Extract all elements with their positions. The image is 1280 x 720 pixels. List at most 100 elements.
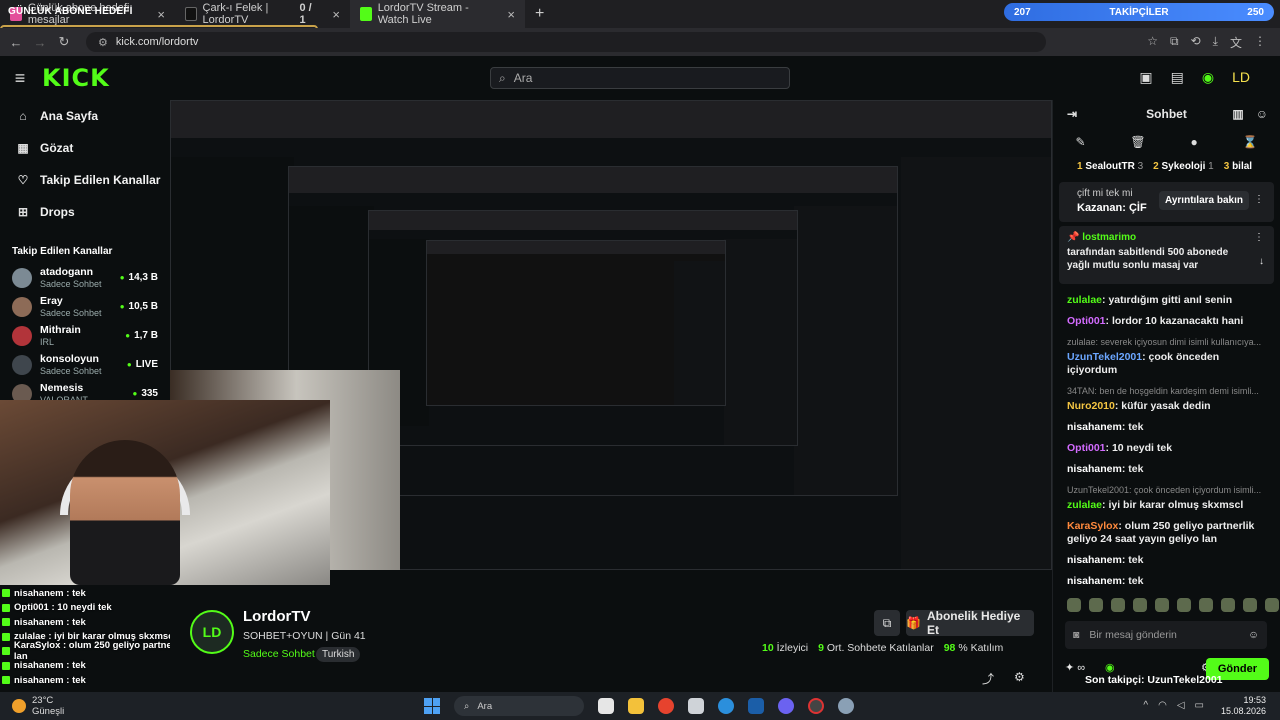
close-icon[interactable]: × xyxy=(507,7,515,22)
chat-username[interactable]: nisahanem xyxy=(1067,421,1122,433)
hamburger-menu-icon[interactable]: ≡ xyxy=(0,68,40,89)
chat-username[interactable]: Opti001 xyxy=(1067,442,1106,454)
chat-message[interactable]: nisahanem: tek xyxy=(1067,575,1270,588)
chat-message[interactable]: Nuro2010: küfür yasak dedin xyxy=(1067,400,1270,413)
stream-tag[interactable]: Turkish xyxy=(316,647,361,662)
gift-sub-button[interactable]: 🎁 Abonelik Hediye Et xyxy=(906,609,1034,637)
chat-username[interactable]: KaraSylox xyxy=(1067,520,1118,532)
task-view-icon[interactable] xyxy=(598,698,614,714)
chat-username[interactable]: UzunTekel2001 xyxy=(1067,351,1142,363)
settings-sliders-icon[interactable]: ⚙ xyxy=(1014,670,1025,687)
emote-icon[interactable] xyxy=(1243,598,1257,612)
browser-tab-active[interactable]: LordorTV Stream - Watch Live × xyxy=(350,0,525,28)
nav-browse[interactable]: ▦ Gözat xyxy=(0,132,170,164)
menu-icon[interactable]: ⋮ xyxy=(1254,34,1266,51)
kick-logo[interactable]: KICK xyxy=(42,64,110,92)
more-options-icon[interactable]: ⋮ xyxy=(1254,232,1264,243)
emote-icon[interactable] xyxy=(1133,598,1147,612)
leaderboard-icon[interactable]: ▥ xyxy=(1232,107,1243,121)
gifter-entry[interactable]: 1 SealoutTR 3 xyxy=(1077,161,1143,172)
download-icon[interactable]: ⤓ xyxy=(1213,34,1218,51)
kick-points-icon[interactable]: ◉ xyxy=(1202,69,1214,86)
chat-message[interactable]: KaraSylox: olum 250 geliyo partnerlik ge… xyxy=(1067,520,1270,546)
chat-message[interactable]: zulalae: yatırdığım gitti anıl senin xyxy=(1067,294,1270,307)
chat-username[interactable]: Nuro2010 xyxy=(1067,400,1115,412)
prediction-details-button[interactable]: Ayrıntılara bakın xyxy=(1159,191,1249,210)
chat-message-input[interactable]: ◙ Bir mesaj gönderin ☺ xyxy=(1065,621,1267,649)
emote-icon[interactable] xyxy=(1155,598,1169,612)
edge-icon[interactable] xyxy=(718,698,734,714)
translate-icon[interactable]: 文 xyxy=(1230,34,1242,51)
emote-icon[interactable] xyxy=(1111,598,1125,612)
chat-username[interactable]: nisahanem xyxy=(1067,463,1122,475)
forward-icon[interactable]: → xyxy=(28,35,52,50)
store-icon[interactable] xyxy=(688,698,704,714)
chat-username[interactable]: zulalae xyxy=(1067,499,1102,511)
steam-icon[interactable] xyxy=(748,698,764,714)
streamer-avatar[interactable]: LD xyxy=(190,610,234,654)
extensions-icon[interactable]: ⧉ xyxy=(1170,34,1179,51)
emote-icon[interactable] xyxy=(1089,598,1103,612)
file-explorer-icon[interactable] xyxy=(628,698,644,714)
collapse-chat-icon[interactable]: ⇥ xyxy=(1067,107,1077,121)
chat-message[interactable]: UzunTekel2001: çook önceden içiyordum xyxy=(1067,351,1270,377)
pinned-user[interactable]: lostmarimo xyxy=(1082,232,1136,243)
new-tab-icon[interactable]: + xyxy=(525,5,554,23)
chat-username[interactable]: nisahanem xyxy=(1067,575,1122,587)
chat-username[interactable]: zulalae xyxy=(1067,294,1102,306)
gifter-entry[interactable]: 2 Sykeoloji 1 xyxy=(1153,161,1214,172)
users-icon[interactable]: ☺ xyxy=(1256,107,1268,121)
chat-bubble-icon[interactable]: ● xyxy=(1190,135,1197,149)
theater-mode-icon[interactable]: ▣ xyxy=(1139,69,1152,86)
followed-channel[interactable]: atadogannSadece Sohbet 14,3 B xyxy=(0,263,170,292)
emote-icon[interactable] xyxy=(1177,598,1191,612)
settings-icon[interactable] xyxy=(838,698,854,714)
profile-avatar-icon[interactable]: LD xyxy=(1232,69,1250,86)
tray-chevron-icon[interactable]: ^ xyxy=(1143,700,1148,711)
nav-home[interactable]: ⌂ Ana Sayfa xyxy=(0,100,170,132)
bookmark-star-icon[interactable]: ☆ xyxy=(1147,34,1158,51)
chat-message[interactable]: nisahanem: tek xyxy=(1067,421,1270,434)
obs-icon[interactable] xyxy=(808,698,824,714)
emote-icon[interactable] xyxy=(1265,598,1279,612)
emote-icon[interactable] xyxy=(1199,598,1213,612)
history-icon[interactable]: ⟲ xyxy=(1191,34,1201,51)
clip-button[interactable]: ⧉ xyxy=(874,610,900,636)
delete-icon[interactable]: 🗑 xyxy=(1130,135,1145,149)
chat-message[interactable]: Opti001: lordor 10 kazanacaktı hani xyxy=(1067,315,1270,328)
url-field[interactable]: ⚙ kick.com/lordortv xyxy=(86,32,1046,52)
chat-message[interactable]: nisahanem: tek xyxy=(1067,463,1270,476)
share-icon[interactable]: ⤴ xyxy=(982,670,994,687)
wifi-icon[interactable]: ◠ xyxy=(1158,700,1167,711)
layout-icon[interactable]: ▤ xyxy=(1171,69,1184,86)
expand-icon[interactable]: ↓ xyxy=(1259,256,1264,267)
timer-icon[interactable]: ⌛ xyxy=(1243,135,1258,149)
kick-points-icon[interactable]: ◉ xyxy=(1105,661,1115,674)
search-input[interactable]: ⌕ Ara xyxy=(490,67,790,89)
followed-channel[interactable]: EraySadece Sohbet 10,5 B xyxy=(0,292,170,321)
discord-icon[interactable] xyxy=(778,698,794,714)
close-icon[interactable]: × xyxy=(332,7,340,22)
nav-drops[interactable]: ⊞ Drops xyxy=(0,196,170,228)
chat-message[interactable]: Opti001: 10 neydi tek xyxy=(1067,442,1270,455)
followed-channel[interactable]: MithrainIRL 1,7 B xyxy=(0,321,170,350)
more-options-icon[interactable]: ⋮ xyxy=(1254,194,1264,205)
followed-channel[interactable]: konsoloyunSadece Sohbet LIVE xyxy=(0,350,170,379)
emote-icon[interactable] xyxy=(1221,598,1235,612)
chat-message[interactable]: nisahanem: tek xyxy=(1067,554,1270,567)
volume-icon[interactable]: ◁ xyxy=(1177,700,1185,711)
reload-icon[interactable]: ↻ xyxy=(52,34,76,50)
site-info-icon[interactable]: ⚙ xyxy=(98,36,108,49)
chat-username[interactable]: nisahanem xyxy=(1067,554,1122,566)
emoji-icon[interactable]: ☺ xyxy=(1248,629,1259,641)
back-icon[interactable]: ← xyxy=(4,35,28,50)
nav-following[interactable]: ♡ Takip Edilen Kanallar xyxy=(0,164,170,196)
chrome-icon[interactable] xyxy=(658,698,674,714)
gifter-entry[interactable]: 3 bilal xyxy=(1224,161,1252,172)
emote-icon[interactable] xyxy=(1067,598,1081,612)
chat-tools-icon[interactable]: ✦ ∞ xyxy=(1065,661,1085,674)
pin-tool-icon[interactable]: ✎ xyxy=(1075,135,1085,149)
battery-icon[interactable]: ▭ xyxy=(1195,700,1204,711)
stream-category[interactable]: Sadece Sohbet xyxy=(243,648,315,660)
chat-message[interactable]: zulalae: iyi bir karar olmuş skxmscl xyxy=(1067,499,1270,512)
